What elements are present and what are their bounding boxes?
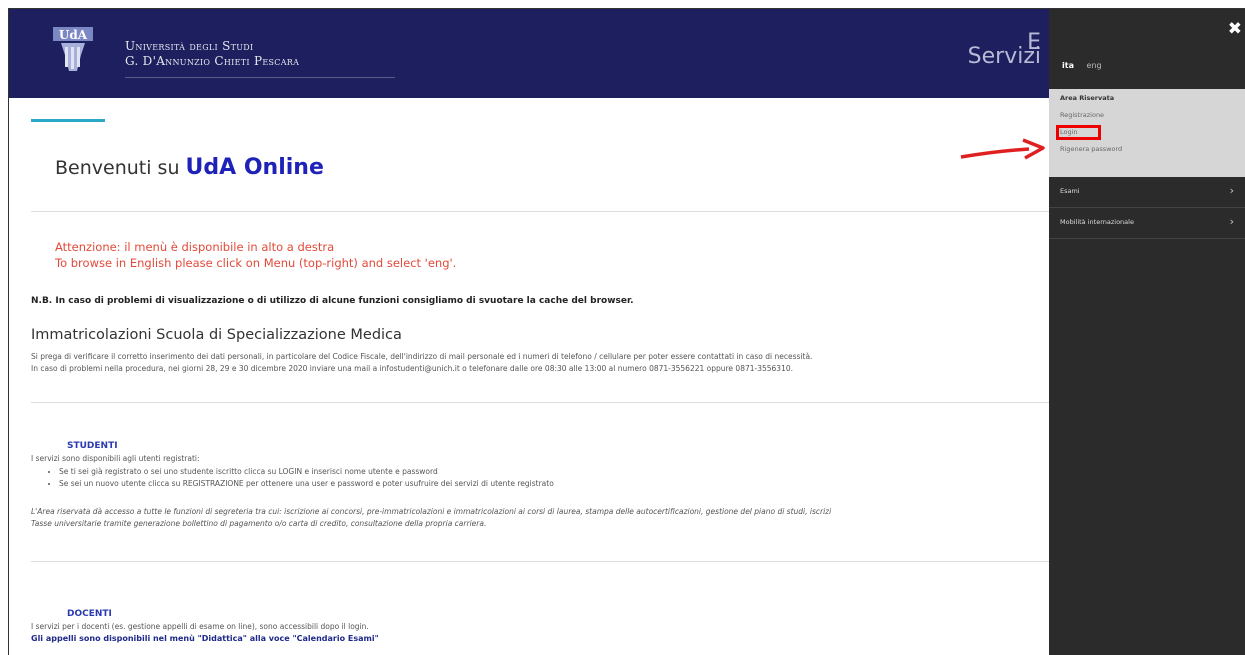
- chevron-right-icon: ›: [1229, 215, 1234, 228]
- menu-item-rigenera-password[interactable]: Rigenera password: [1060, 145, 1122, 153]
- reserved-area-title: Area Riservata: [1060, 94, 1115, 102]
- menu-item-esami[interactable]: Esami ›: [1049, 177, 1245, 208]
- students-area-text-2: Tasse universitarie tramite generazione …: [31, 519, 487, 528]
- university-logo-icon: UdA: [53, 27, 93, 71]
- browser-frame: UdA Università degli Studi G. D'Annunzio…: [8, 8, 1245, 655]
- reserved-area-menu: Area Riservata Registrazione Login Rigen…: [1049, 89, 1245, 177]
- red-arrow-annotation-icon: [960, 138, 1045, 160]
- immatricolazioni-title: Immatricolazioni Scuola di Specializzazi…: [31, 327, 402, 343]
- welcome-prefix: Benvenuti su: [55, 157, 186, 179]
- university-name-line2: G. D'Annunzio Chieti Pescara: [125, 54, 300, 68]
- header-title: E Servizi: [968, 31, 1041, 69]
- menu-item-label: Esami: [1060, 187, 1080, 195]
- attention-line-1: Attenzione: il menù è disponibile in alt…: [55, 240, 335, 254]
- menu-item-registrazione[interactable]: Registrazione: [1060, 111, 1104, 119]
- lang-ita-link[interactable]: ita: [1062, 61, 1074, 70]
- docenti-text: I servizi per i docenti (es. gestione ap…: [31, 622, 369, 631]
- divider: [31, 561, 1049, 562]
- divider: [31, 211, 1049, 212]
- university-name-line1: Università degli Studi: [125, 39, 254, 53]
- cache-note: N.B. In caso di problemi di visualizzazi…: [31, 296, 634, 306]
- svg-text:UdA: UdA: [59, 28, 88, 42]
- header-divider: [125, 77, 395, 78]
- students-list: Se ti sei già registrato o sei uno stude…: [47, 466, 554, 490]
- docenti-title: DOCENTI: [67, 609, 112, 619]
- immatricolazioni-text: Si prega di verificare il corretto inser…: [31, 351, 1046, 375]
- side-menu: ✖ ita eng Area Riservata Registrazione L…: [1049, 9, 1245, 655]
- menu-item-mobilita[interactable]: Mobilità internazionale ›: [1049, 208, 1245, 239]
- immatricolazioni-text-2: In caso di problemi nella procedura, nei…: [31, 364, 794, 373]
- university-name: Università degli Studi G. D'Annunzio Chi…: [125, 39, 299, 69]
- students-list-item: Se sei un nuovo utente clicca su REGISTR…: [59, 478, 554, 490]
- students-title: STUDENTI: [67, 441, 118, 451]
- close-icon[interactable]: ✖: [1228, 19, 1242, 39]
- docenti-note: Gli appelli sono disponibili nel menù "D…: [31, 634, 379, 643]
- login-highlight-box: [1056, 125, 1101, 140]
- attention-notice: Attenzione: il menù è disponibile in alt…: [55, 239, 456, 271]
- lang-eng-link[interactable]: eng: [1087, 61, 1102, 70]
- divider: [31, 402, 1049, 403]
- students-intro: I servizi sono disponibili agli utenti r…: [31, 454, 200, 463]
- menu-item-label: Mobilità internazionale: [1060, 218, 1134, 226]
- site-header: UdA Università degli Studi G. D'Annunzio…: [9, 9, 1049, 98]
- welcome-brand: UdA Online: [185, 155, 324, 180]
- language-switcher: ita eng: [1062, 61, 1112, 70]
- immatricolazioni-text-1: Si prega di verificare il corretto inser…: [31, 352, 813, 361]
- attention-line-2: To browse in English please click on Men…: [55, 256, 457, 270]
- students-list-item: Se ti sei già registrato o sei uno stude…: [59, 466, 554, 478]
- welcome-heading: Benvenuti su UdA Online: [55, 155, 324, 180]
- chevron-right-icon: ›: [1229, 184, 1234, 197]
- header-title-partial-1: E: [1027, 30, 1041, 55]
- students-area-text-1: L'Area riservata dà accesso a tutte le f…: [31, 507, 832, 516]
- accent-bar: [31, 119, 105, 122]
- students-area-text: L'Area riservata dà accesso a tutte le f…: [31, 506, 1046, 530]
